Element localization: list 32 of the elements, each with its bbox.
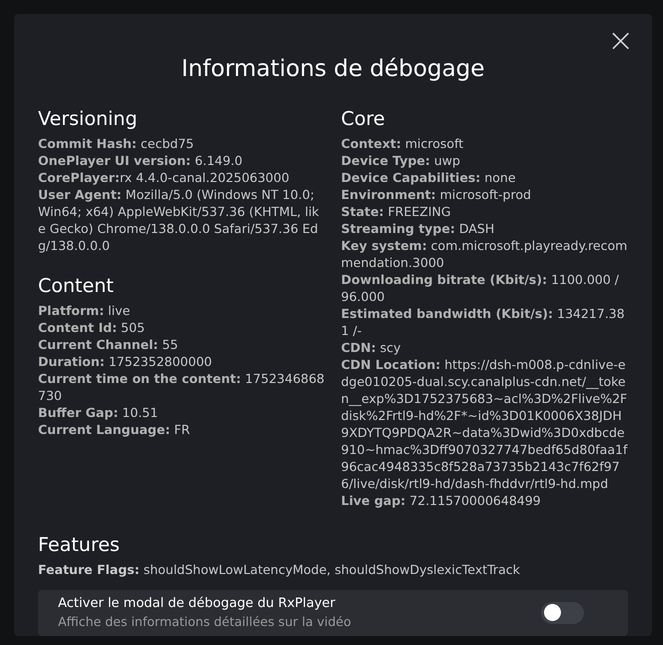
info-entry: Device Capabilities: none: [341, 168, 517, 186]
section-heading: Content: [38, 274, 115, 298]
info-entry: Context: microsoft: [341, 134, 464, 152]
info-entry: Key system: com.microsoft.playready.recommendation.3000: [341, 236, 628, 270]
info-entry: Commit Hash: cecbd75: [38, 134, 195, 152]
info-entry: Content Id: 505: [38, 318, 146, 336]
info-entry: Device Type: uwp: [341, 152, 462, 168]
info-entry: Feature Flags: shouldShowLowLatencyMode, shouldShowDyslexicTextTrack: [38, 560, 521, 578]
section-heading: Core: [341, 106, 386, 130]
info-entry: State: FREEZING: [341, 202, 452, 220]
info-entry: Buffer Gap: 10.51: [38, 404, 159, 420]
info-entry: Downloading bitrate (Kbit/s): 1100.000 / 96.000: [341, 270, 620, 304]
info-entry: Current time on the content: 1752346868730: [38, 370, 325, 404]
setting-description: Affiche des informations détaillées sur la vidéo: [58, 613, 352, 632]
info-entry: Live gap: 72.11570000648499: [341, 492, 542, 508]
info-entry: Current Channel: 55: [38, 336, 180, 352]
section-heading: Features: [38, 532, 121, 556]
info-entry: Streaming type: DASH: [341, 220, 496, 236]
close-button[interactable]: ×: [607, 24, 634, 56]
info-entry: Duration: 1752352800000: [38, 352, 213, 370]
info-entry: OnePlayer UI version: 6.149.0: [38, 152, 244, 168]
info-entry: CDN: scy: [341, 338, 402, 356]
dialog-title: Informations de débogage: [180, 55, 486, 84]
setting-label: Activer le modal de débogage du RxPlayer: [58, 594, 336, 613]
info-entry: Platform: live: [38, 302, 132, 318]
info-entry: Current Language: FR: [38, 420, 191, 438]
info-entry: CorePlayer:rx 4.4.0-canal.2025063000: [38, 168, 290, 186]
toggle-switch[interactable]: [541, 602, 584, 624]
info-entry: User Agent: Mozilla/5.0 (Windows NT 10.0; Win64; x64) AppleWebKit/537.36 (KHTML, like Gecko) Chrome/138.0.0.0 Safari/537.36 Edg/138.0.0.0: [38, 186, 320, 254]
info-entry: CDN Location: https://dsh-m008.p-cdnlive-edge010205-dual.scy.canalplus-cdn.net/__token__exp%3D1752375683~acl%3D%2Flive%2Fdisk%2Frtl9-hd%2F*~id%3D01K0006X38JDH9XDYTQ9PDQA2R~data%3Dwid%3D0xdbcde910~hmac%3Dff9070327747bedf65d80faa1f96cac4948335c8f528a73735b2143c7f62f976/live/disk/rtl9-hd/dash-fhddvr/rtl9-hd.mpd: [341, 356, 628, 492]
section-heading: Versioning: [38, 106, 138, 130]
info-entry: Environment: microsoft-prod: [341, 186, 532, 202]
